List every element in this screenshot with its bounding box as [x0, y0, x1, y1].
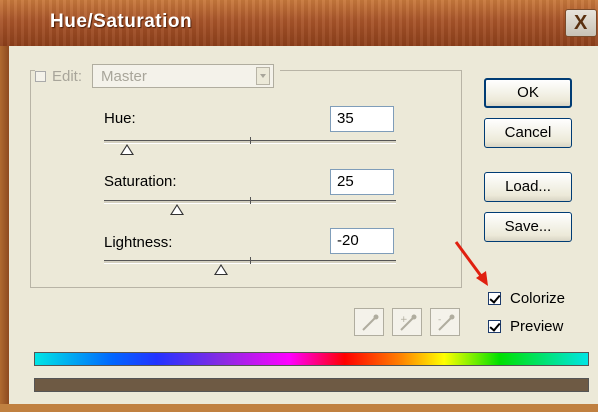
saturation-input[interactable]: 25	[330, 169, 394, 195]
svg-text:-: -	[438, 315, 441, 325]
hue-slider-thumb[interactable]	[120, 144, 135, 155]
input-spectrum-bar	[34, 352, 589, 366]
svg-text:+: +	[400, 315, 408, 325]
hue-slider-track[interactable]	[104, 137, 396, 144]
edit-checkbox[interactable]	[35, 70, 46, 82]
window-frame-bottom	[0, 404, 598, 412]
hue-label: Hue:	[104, 110, 136, 127]
eyedropper-icon	[362, 314, 379, 331]
window-title: Hue/Saturation	[50, 11, 193, 32]
load-button[interactable]: Load...	[484, 172, 572, 202]
annotation-arrow-icon	[454, 241, 488, 286]
eyedropper-plus-button[interactable]: +	[392, 308, 422, 336]
eyedropper-plus-icon: +	[400, 314, 417, 331]
lightness-label: Lightness:	[104, 234, 173, 251]
saturation-slider-track[interactable]	[104, 197, 396, 204]
preview-label: Preview	[510, 318, 564, 335]
saturation-slider-center-tick	[250, 197, 251, 204]
window-frame-left	[0, 46, 9, 412]
edit-label: Edit:	[52, 67, 83, 85]
eyedropper-minus-button[interactable]: -	[430, 308, 460, 336]
lightness-slider-thumb[interactable]	[213, 264, 228, 275]
colorize-label: Colorize	[510, 290, 566, 307]
preview-checkbox[interactable]	[488, 320, 501, 333]
colorize-option[interactable]: Colorize	[488, 290, 565, 307]
hue-input[interactable]: 35	[330, 106, 394, 132]
ok-button[interactable]: OK	[484, 78, 572, 108]
edit-dropdown-value: Master	[101, 68, 147, 85]
edit-row: Edit: Master	[35, 64, 281, 88]
close-button[interactable]: X	[565, 9, 597, 37]
saturation-label: Saturation:	[104, 173, 177, 190]
cancel-button[interactable]: Cancel	[484, 118, 572, 148]
hue-slider-center-tick	[250, 137, 251, 144]
preview-option[interactable]: Preview	[488, 318, 563, 335]
edit-dropdown[interactable]: Master	[92, 64, 275, 88]
adjustment-group	[30, 70, 462, 288]
eyedropper-button[interactable]	[354, 308, 384, 336]
save-button[interactable]: Save...	[484, 212, 572, 242]
colorize-checkbox[interactable]	[488, 292, 501, 305]
output-color-bar	[34, 378, 589, 392]
lightness-slider-center-tick	[250, 257, 251, 264]
chevron-down-icon[interactable]	[256, 67, 271, 85]
close-icon: X	[574, 12, 588, 34]
eyedropper-minus-icon: -	[438, 314, 455, 331]
lightness-input[interactable]: -20	[330, 228, 394, 254]
saturation-slider-thumb[interactable]	[170, 204, 184, 215]
lightness-slider-track[interactable]	[104, 257, 396, 264]
